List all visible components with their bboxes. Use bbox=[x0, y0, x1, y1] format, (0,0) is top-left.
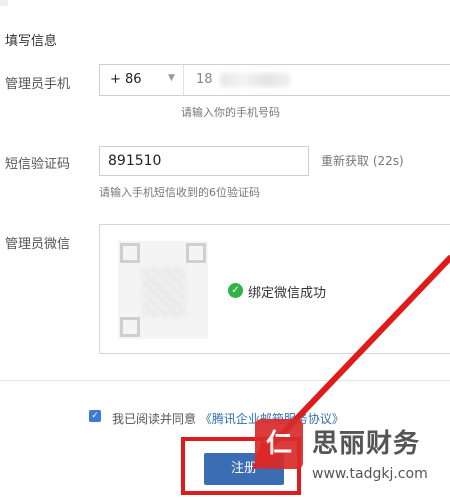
watermark-logo: 仁 bbox=[255, 419, 303, 469]
watermark-name: 思丽财务 bbox=[312, 429, 421, 459]
watermark-url: www.tadgkj.com bbox=[312, 466, 428, 482]
